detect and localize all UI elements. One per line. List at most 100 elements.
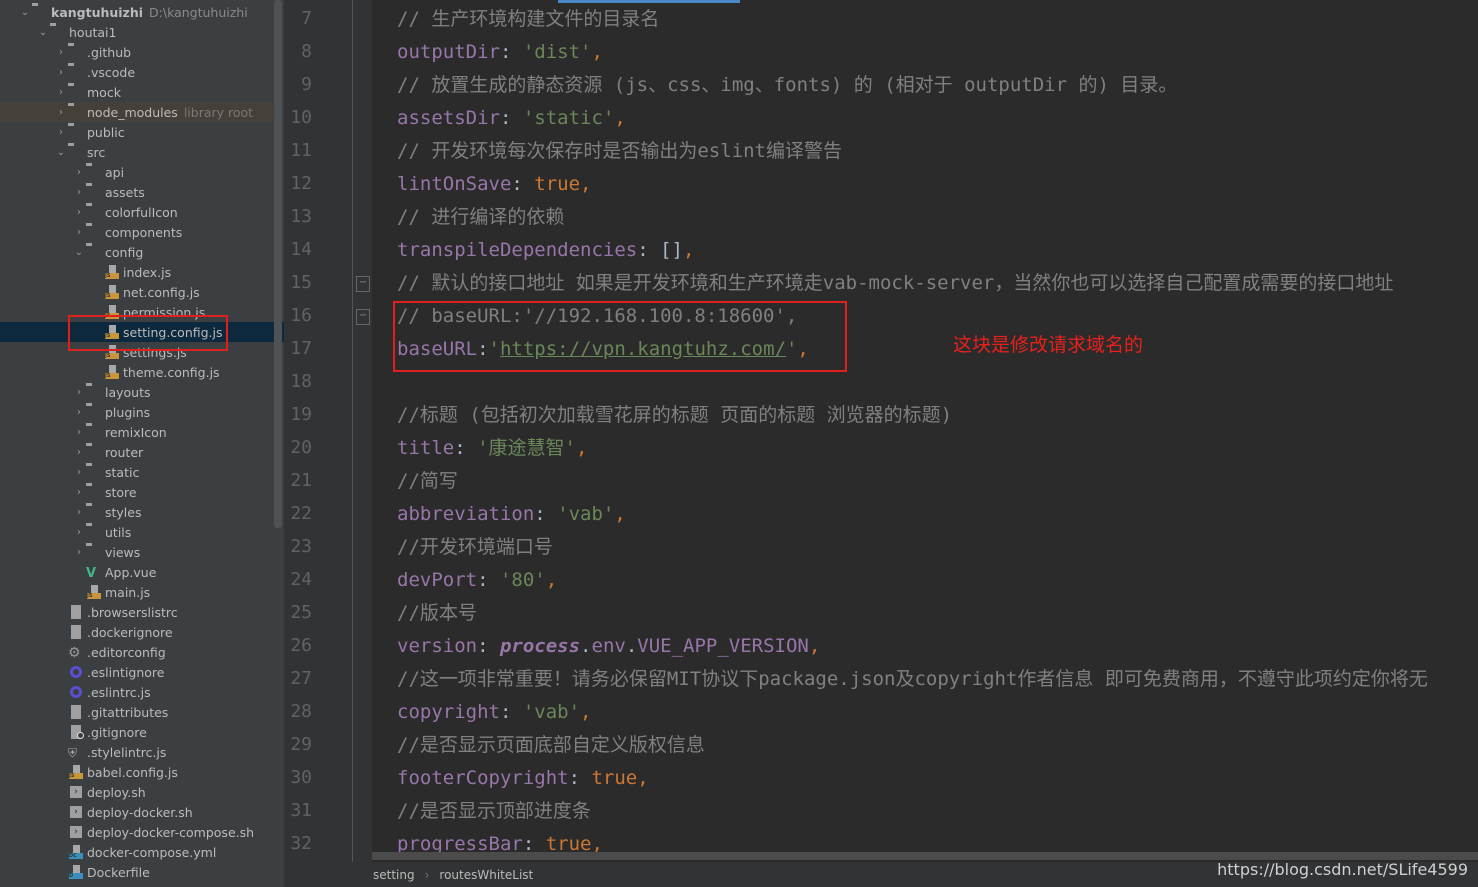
horizontal-scrollbar[interactable] bbox=[372, 852, 1478, 860]
tree-item[interactable]: › deploy.sh bbox=[0, 782, 274, 802]
tree-item[interactable]: › utils bbox=[0, 522, 274, 542]
breadcrumb-item[interactable]: setting bbox=[373, 868, 415, 882]
tree-item[interactable]: ⌄ config bbox=[0, 242, 274, 262]
tree-item[interactable]: › deploy-docker.sh bbox=[0, 802, 274, 822]
tree-item-label: net.config.js bbox=[123, 284, 200, 300]
tree-item[interactable]: JS babel.config.js bbox=[0, 762, 274, 782]
tree-item[interactable]: .gitignore bbox=[0, 722, 274, 742]
tree-item[interactable]: .browserslistrc bbox=[0, 602, 274, 622]
tree-item[interactable]: › .vscode bbox=[0, 62, 274, 82]
tree-item[interactable]: ⛨ .stylelintrc.js bbox=[0, 742, 274, 762]
code-line[interactable]: // 进行编译的依赖 bbox=[397, 201, 564, 234]
chevron-right-icon[interactable]: › bbox=[72, 467, 86, 478]
tree-item[interactable]: JS main.js bbox=[0, 582, 274, 602]
code-line[interactable]: transpileDependencies: [], bbox=[397, 234, 694, 267]
tree-item[interactable]: › styles bbox=[0, 502, 274, 522]
tree-item[interactable]: › assets bbox=[0, 182, 274, 202]
chevron-right-icon[interactable]: › bbox=[72, 447, 86, 458]
code-line[interactable]: // 开发环境每次保存时是否输出为eslint编译警告 bbox=[397, 135, 842, 168]
tree-item-label: styles bbox=[105, 504, 142, 520]
chevron-right-icon[interactable]: › bbox=[72, 487, 86, 498]
code-line[interactable]: //标题 (包括初次加载雪花屏的标题 页面的标题 浏览器的标题) bbox=[397, 399, 952, 432]
tree-item[interactable]: .dockerignore bbox=[0, 622, 274, 642]
tree-item[interactable]: › deploy-docker-compose.sh bbox=[0, 822, 274, 842]
tree-item[interactable]: › node_modules library root bbox=[0, 102, 274, 122]
tree-item[interactable]: › api bbox=[0, 162, 274, 182]
tree-item[interactable]: ⚙ .editorconfig bbox=[0, 642, 274, 662]
tree-item[interactable]: › views bbox=[0, 542, 274, 562]
chevron-right-icon[interactable]: › bbox=[72, 187, 86, 198]
code-line[interactable]: footerCopyright: true, bbox=[397, 762, 649, 795]
tree-item[interactable]: .gitattributes bbox=[0, 702, 274, 722]
chevron-right-icon[interactable]: › bbox=[72, 507, 86, 518]
tree-item[interactable]: › plugins bbox=[0, 402, 274, 422]
tree-item[interactable]: JS net.config.js bbox=[0, 282, 274, 302]
fold-icon[interactable]: − bbox=[356, 276, 370, 292]
code-line[interactable]: assetsDir: 'static', bbox=[397, 102, 626, 135]
tree-item[interactable]: › remixIcon bbox=[0, 422, 274, 442]
code-line[interactable]: // 默认的接口地址 如果是开发环境和生产环境走vab-mock-server，… bbox=[397, 267, 1393, 300]
tree-item[interactable]: DC docker-compose.yml bbox=[0, 842, 274, 862]
chevron-down-icon[interactable]: ⌄ bbox=[72, 247, 86, 258]
chevron-down-icon[interactable]: ⌄ bbox=[18, 7, 32, 18]
tree-item[interactable]: .eslintrc.js bbox=[0, 682, 274, 702]
tree-item[interactable]: D Dockerfile bbox=[0, 862, 274, 882]
tree-item[interactable]: › store bbox=[0, 482, 274, 502]
tree-item[interactable]: › static bbox=[0, 462, 274, 482]
tree-item[interactable]: .eslintignore bbox=[0, 662, 274, 682]
code-line[interactable]: devPort: '80', bbox=[397, 564, 557, 597]
tree-scrollbar[interactable] bbox=[274, 0, 282, 528]
chevron-right-icon[interactable]: › bbox=[54, 127, 68, 138]
code-editor[interactable]: // 生产环境构建文件的目录名 outputDir: 'dist', // 放置生成… bbox=[372, 0, 1478, 862]
breadcrumb-item[interactable]: routesWhiteList bbox=[439, 868, 533, 882]
tree-item[interactable]: ⌄ houtai1 bbox=[0, 22, 274, 42]
tree-item[interactable]: JS index.js bbox=[0, 262, 274, 282]
code-line[interactable]: lintOnSave: true, bbox=[397, 168, 592, 201]
chevron-right-icon[interactable]: › bbox=[72, 407, 86, 418]
chevron-right-icon[interactable]: › bbox=[72, 527, 86, 538]
code-line[interactable]: //开发环境端口号 bbox=[397, 531, 553, 564]
code-line[interactable]: // 放置生成的静态资源 (js、css、img、fonts) 的 (相对于 o… bbox=[397, 69, 1177, 102]
code-line[interactable]: //版本号 bbox=[397, 597, 477, 630]
fold-icon[interactable]: − bbox=[356, 309, 370, 325]
chevron-right-icon[interactable]: › bbox=[72, 227, 86, 238]
chevron-right-icon[interactable]: › bbox=[72, 387, 86, 398]
code-line[interactable]: title: '康途慧智', bbox=[397, 432, 587, 465]
chevron-down-icon[interactable]: ⌄ bbox=[36, 27, 50, 38]
chevron-right-icon[interactable]: › bbox=[72, 167, 86, 178]
chevron-right-icon[interactable]: › bbox=[54, 87, 68, 98]
chevron-right-icon[interactable]: › bbox=[54, 67, 68, 78]
tree-item[interactable]: JS theme.config.js bbox=[0, 362, 274, 382]
line-number: 32 bbox=[290, 833, 312, 854]
tree-item[interactable]: › mock bbox=[0, 82, 274, 102]
folder-icon bbox=[86, 165, 102, 179]
code-line[interactable]: //是否显示页面底部自定义版权信息 bbox=[397, 729, 705, 762]
chevron-right-icon[interactable]: › bbox=[72, 207, 86, 218]
chevron-right-icon[interactable]: › bbox=[54, 107, 68, 118]
tree-item[interactable]: V App.vue bbox=[0, 562, 274, 582]
code-line[interactable]: copyright: 'vab', bbox=[397, 696, 592, 729]
tree-item[interactable]: › layouts bbox=[0, 382, 274, 402]
chevron-right-icon[interactable]: › bbox=[72, 427, 86, 438]
code-token: : [] bbox=[637, 239, 683, 261]
js-file-icon: JS bbox=[104, 285, 120, 299]
code-line[interactable]: outputDir: 'dist', bbox=[397, 36, 603, 69]
tree-root[interactable]: ⌄ kangtuhuizhi D:\kangtuhuizhi bbox=[0, 2, 274, 22]
chevron-right-icon[interactable]: › bbox=[72, 547, 86, 558]
tree-item[interactable]: › router bbox=[0, 442, 274, 462]
tree-item[interactable]: ⌄ src bbox=[0, 142, 274, 162]
tree-item[interactable]: › colorfulIcon bbox=[0, 202, 274, 222]
folder-icon bbox=[86, 525, 102, 539]
tree-item[interactable]: › components bbox=[0, 222, 274, 242]
code-line[interactable]: version: process.env.VUE_APP_VERSION, bbox=[397, 630, 820, 663]
chevron-down-icon[interactable]: ⌄ bbox=[54, 147, 68, 158]
code-line[interactable]: //是否显示顶部进度条 bbox=[397, 795, 591, 828]
tree-item[interactable]: › public bbox=[0, 122, 274, 142]
code-line[interactable]: // 生产环境构建文件的目录名 bbox=[397, 3, 659, 36]
code-line[interactable]: abbreviation: 'vab', bbox=[397, 498, 626, 531]
code-line[interactable]: //这一项非常重要！请务必保留MIT协议下package.json及copyri… bbox=[397, 663, 1428, 696]
chevron-right-icon[interactable]: › bbox=[54, 47, 68, 58]
tree-item[interactable]: › .github bbox=[0, 42, 274, 62]
js-file-icon: JS bbox=[68, 765, 84, 779]
code-line[interactable]: //简写 bbox=[397, 465, 458, 498]
